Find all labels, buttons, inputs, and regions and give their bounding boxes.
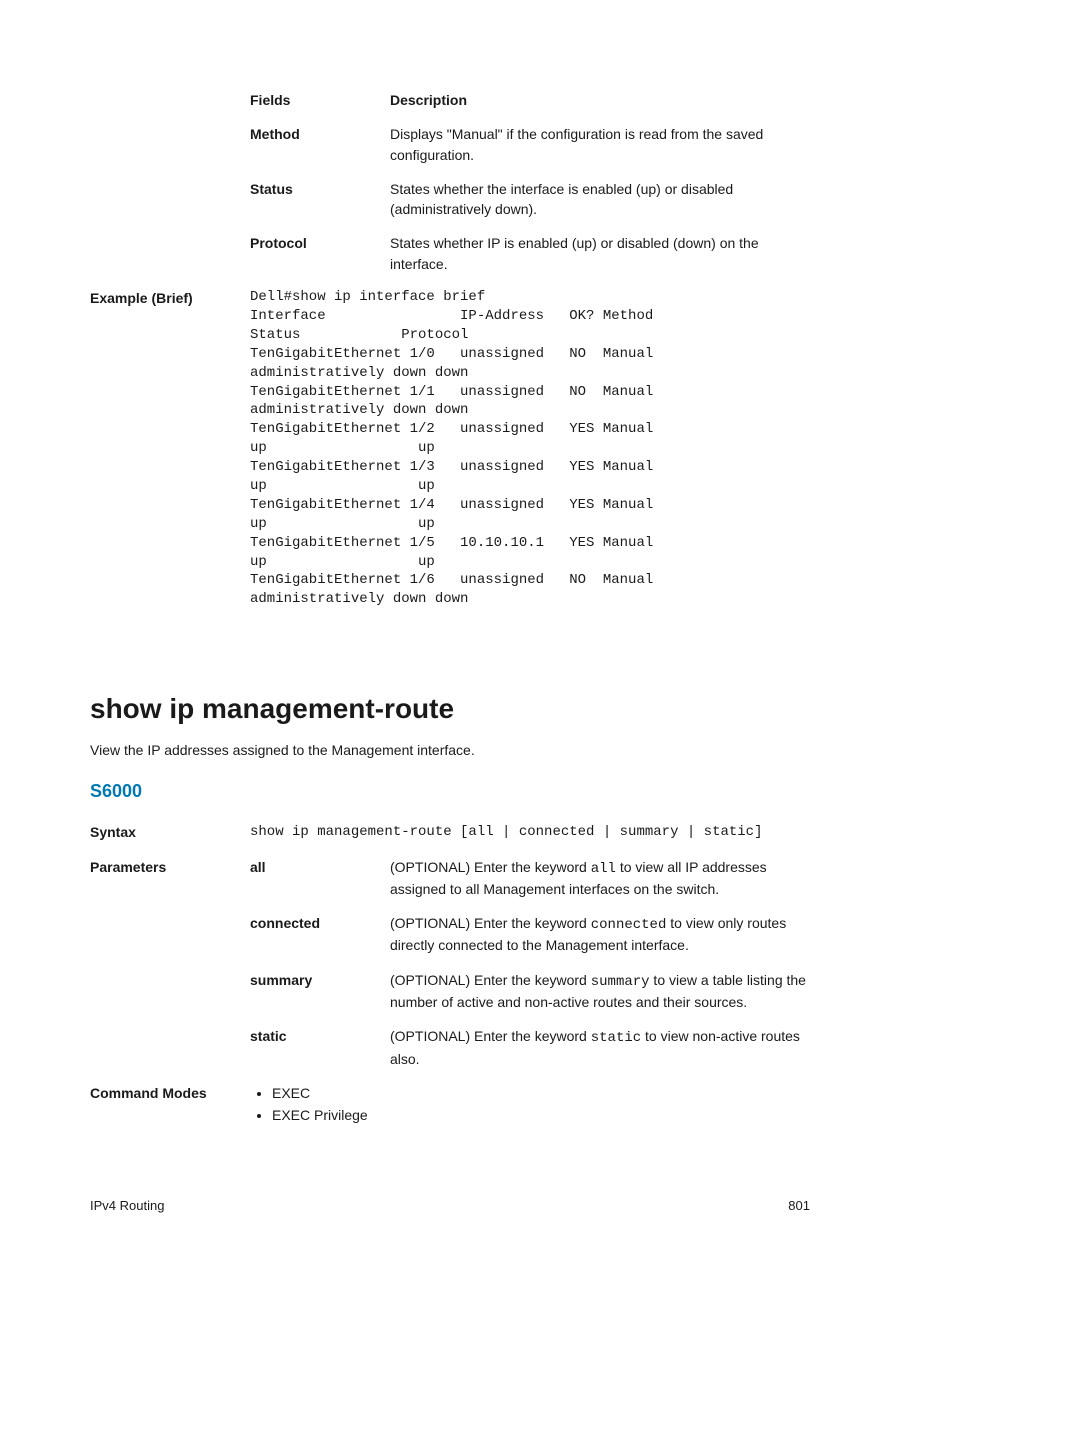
- param-desc: (OPTIONAL) Enter the keyword all to view…: [390, 857, 810, 900]
- syntax-row: Syntax show ip management-route [all | c…: [90, 822, 810, 842]
- model-heading: S6000: [90, 778, 810, 804]
- field-row: Status States whether the interface is e…: [90, 179, 810, 220]
- param-desc: (OPTIONAL) Enter the keyword static to v…: [390, 1026, 810, 1069]
- syntax-label: Syntax: [90, 822, 250, 842]
- fields-header-label: Fields: [250, 90, 390, 110]
- param-row: summary (OPTIONAL) Enter the keyword sum…: [90, 970, 810, 1013]
- param-row: Parameters all (OPTIONAL) Enter the keyw…: [90, 857, 810, 900]
- param-name: all: [250, 857, 390, 900]
- command-intro: View the IP addresses assigned to the Ma…: [90, 740, 810, 760]
- field-row: Method Displays "Manual" if the configur…: [90, 124, 810, 165]
- command-mode-item: EXEC: [272, 1083, 368, 1103]
- field-label: Method: [250, 124, 390, 165]
- example-brief: Example (Brief) Dell#show ip interface b…: [90, 288, 810, 609]
- page-footer: IPv4 Routing 801: [90, 1197, 810, 1216]
- field-label: Status: [250, 179, 390, 220]
- command-title: show ip management-route: [90, 689, 810, 730]
- example-label: Example (Brief): [90, 288, 250, 609]
- param-row: connected (OPTIONAL) Enter the keyword c…: [90, 913, 810, 956]
- example-code: Dell#show ip interface brief Interface I…: [250, 288, 662, 609]
- field-row: Protocol States whether IP is enabled (u…: [90, 233, 810, 274]
- command-modes-label: Command Modes: [90, 1083, 250, 1128]
- param-name: summary: [250, 970, 390, 1013]
- fields-header-row: Fields Description: [90, 90, 810, 110]
- field-desc: Displays "Manual" if the configuration i…: [390, 124, 810, 165]
- command-modes-row: Command Modes EXEC EXEC Privilege: [90, 1083, 810, 1128]
- param-keyword: all: [591, 861, 616, 877]
- field-desc: States whether the interface is enabled …: [390, 179, 810, 220]
- param-desc: (OPTIONAL) Enter the keyword connected t…: [390, 913, 810, 956]
- command-modes-list: EXEC EXEC Privilege: [250, 1083, 368, 1126]
- syntax-code: show ip management-route [all | connecte…: [250, 822, 762, 842]
- param-keyword: connected: [591, 917, 667, 933]
- param-keyword: summary: [591, 974, 650, 990]
- footer-page-number: 801: [788, 1197, 810, 1216]
- param-row: static (OPTIONAL) Enter the keyword stat…: [90, 1026, 810, 1069]
- field-desc: States whether IP is enabled (up) or dis…: [390, 233, 810, 274]
- fields-header-desc: Description: [390, 90, 810, 110]
- field-label: Protocol: [250, 233, 390, 274]
- command-mode-item: EXEC Privilege: [272, 1105, 368, 1125]
- param-keyword: static: [591, 1030, 641, 1046]
- footer-section: IPv4 Routing: [90, 1197, 164, 1216]
- param-name: static: [250, 1026, 390, 1069]
- param-name: connected: [250, 913, 390, 956]
- param-desc: (OPTIONAL) Enter the keyword summary to …: [390, 970, 810, 1013]
- parameters-label: Parameters: [90, 857, 250, 900]
